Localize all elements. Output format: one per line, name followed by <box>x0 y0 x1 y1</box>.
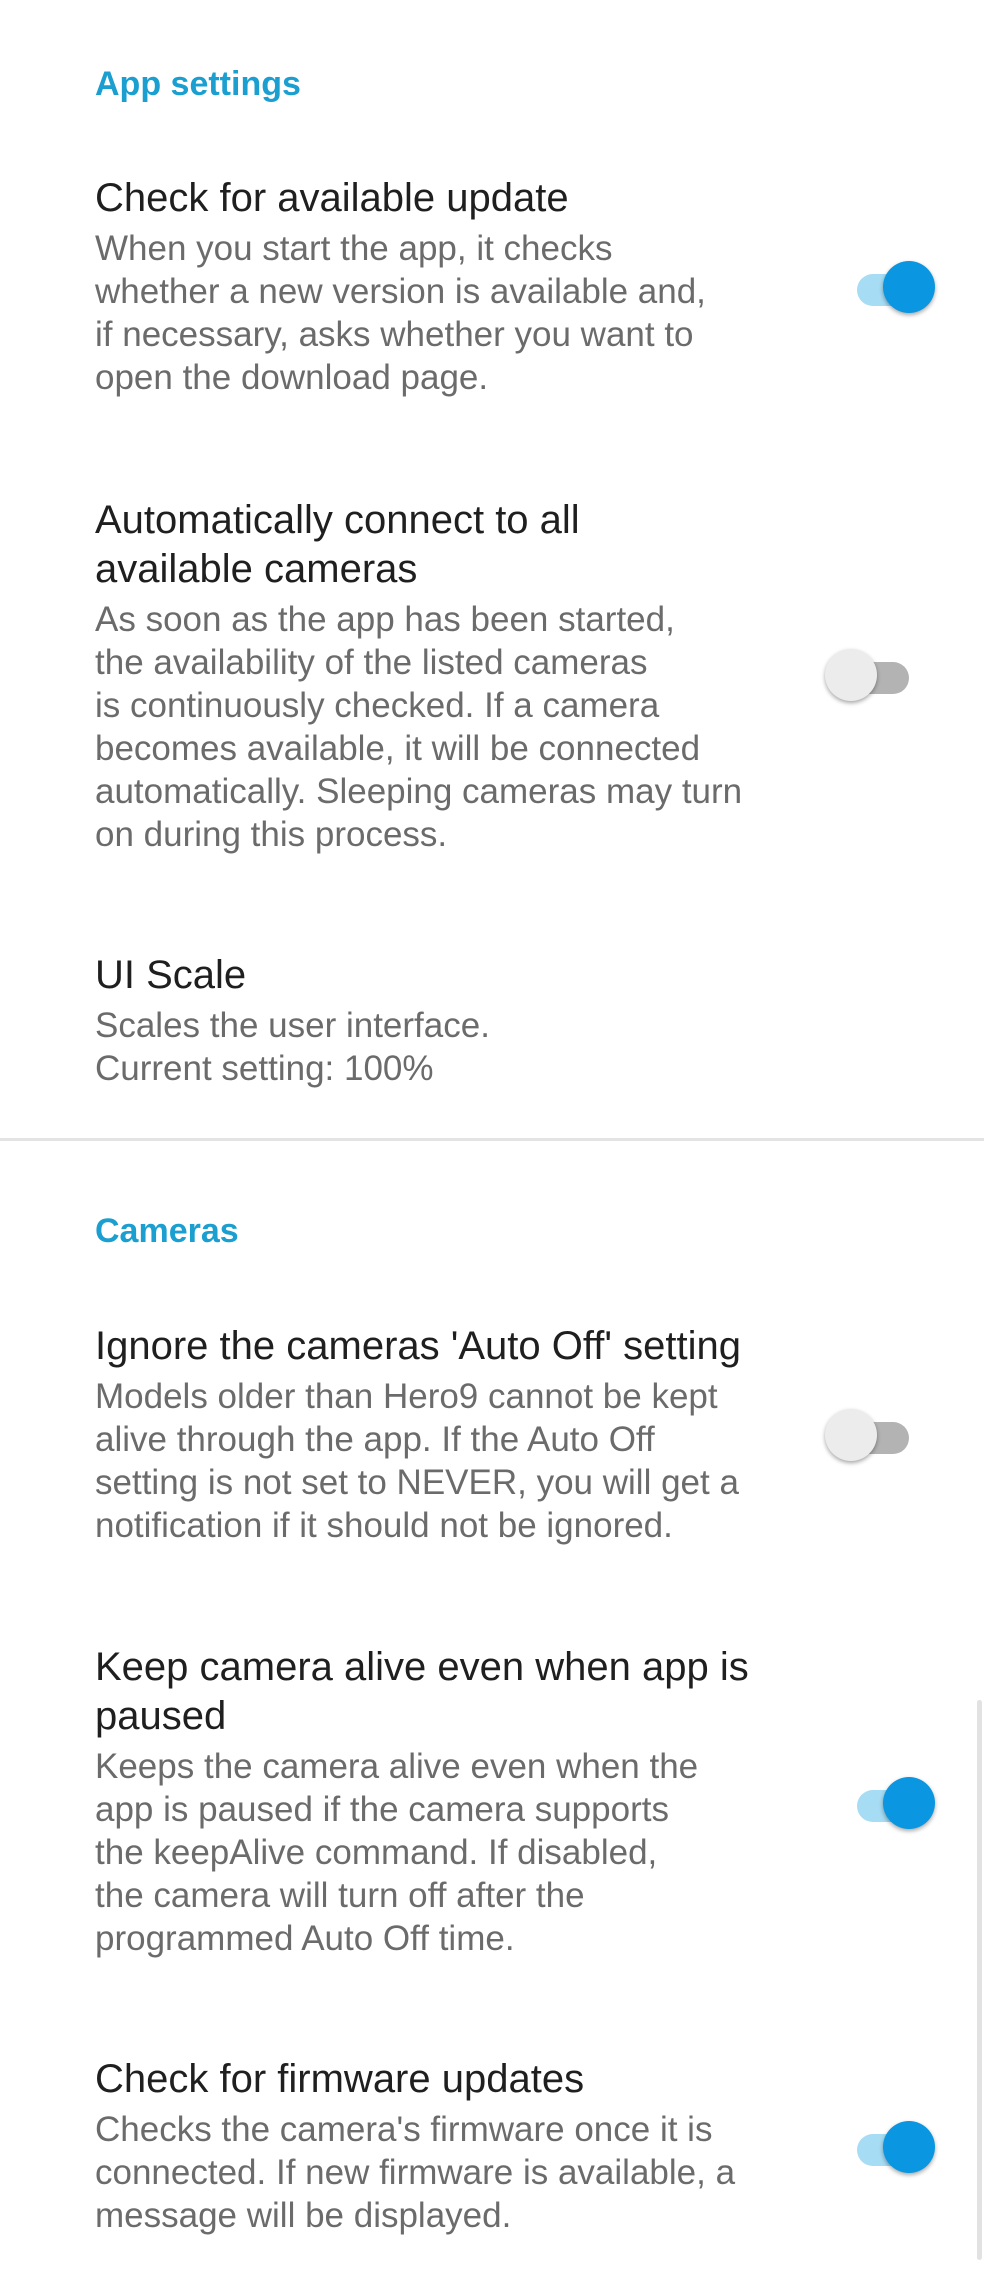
keep-alive-title: Keep camera alive even when app is pause… <box>95 1645 749 1738</box>
check-update-summary: When you start the app, it checks whethe… <box>95 229 706 397</box>
section-divider <box>0 1138 984 1141</box>
app-settings-header: App settings <box>95 65 301 103</box>
cameras-header: Cameras <box>95 1212 239 1250</box>
auto-connect-preference[interactable]: Automatically connect to all available c… <box>95 496 795 856</box>
ui-scale-preference[interactable]: UI Scale Scales the user interface. Curr… <box>95 951 895 1090</box>
auto-connect-toggle[interactable] <box>825 646 915 706</box>
firmware-updates-toggle[interactable] <box>845 2118 935 2178</box>
keep-alive-summary: Keeps the camera alive even when the app… <box>95 1747 699 1958</box>
auto-connect-title: Automatically connect to all available c… <box>95 498 580 591</box>
ignore-auto-off-toggle[interactable] <box>825 1406 915 1466</box>
settings-screen: App settings Check for available update … <box>0 0 984 2286</box>
ui-scale-summary: Scales the user interface. Current setti… <box>95 1006 490 1088</box>
ignore-auto-off-summary: Models older than Hero9 cannot be kept a… <box>95 1377 739 1545</box>
ignore-auto-off-toggle-thumb <box>825 1409 877 1461</box>
check-update-toggle[interactable] <box>845 258 935 318</box>
firmware-updates-toggle-thumb <box>883 2121 935 2173</box>
check-update-preference[interactable]: Check for available update When you star… <box>95 174 775 399</box>
ui-scale-title: UI Scale <box>95 953 247 997</box>
check-update-toggle-thumb <box>883 261 935 313</box>
keep-alive-preference[interactable]: Keep camera alive even when app is pause… <box>95 1643 815 1960</box>
auto-connect-toggle-thumb <box>825 649 877 701</box>
ignore-auto-off-preference[interactable]: Ignore the cameras 'Auto Off' setting Mo… <box>95 1322 815 1547</box>
firmware-updates-title: Check for firmware updates <box>95 2057 585 2101</box>
keep-alive-toggle[interactable] <box>845 1774 935 1834</box>
auto-connect-summary: As soon as the app has been started, the… <box>95 600 743 854</box>
firmware-updates-summary: Checks the camera's firmware once it is … <box>95 2110 736 2235</box>
keep-alive-toggle-thumb <box>883 1777 935 1829</box>
firmware-updates-preference[interactable]: Check for firmware updates Checks the ca… <box>95 2055 815 2237</box>
ignore-auto-off-title: Ignore the cameras 'Auto Off' setting <box>95 1324 741 1368</box>
check-update-title: Check for available update <box>95 176 569 220</box>
scrollbar[interactable] <box>977 1700 982 2260</box>
